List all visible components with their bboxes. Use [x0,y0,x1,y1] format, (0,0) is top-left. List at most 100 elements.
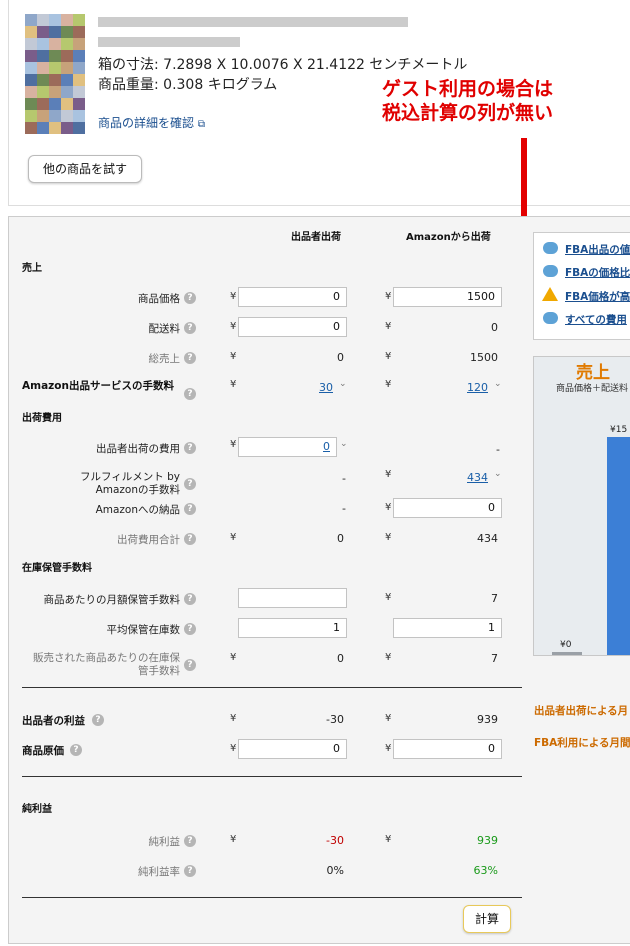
help-icon[interactable]: ? [92,714,104,726]
help-icon[interactable]: ? [184,593,196,605]
help-icon[interactable]: ? [184,659,196,671]
annotation-line-2: 税込計算の列が無い [382,102,554,124]
currency-label: ¥ [230,743,237,754]
shipping-label: 配送料 [148,323,181,335]
thumbnail-pixel [61,98,73,110]
thumbnail-pixel [25,98,37,110]
help-icon[interactable]: ? [184,835,196,847]
chart-title: 売上 [576,363,610,383]
warning-icon [542,287,558,301]
seller-ship-cost-label: 出品者出荷の費用 [96,443,180,455]
total-sales-seller-value: 0 [337,351,344,364]
cost-seller-input[interactable]: 0 [238,739,347,759]
help-icon[interactable]: ? [184,503,196,515]
fba-fee-seller-value: - [342,472,346,485]
storage-per-sold-label-line-2: 管手数料 [138,665,180,677]
shipping-seller-input[interactable]: 0 [238,317,347,337]
thumbnail-pixel [49,98,61,110]
avg-inventory-seller-input[interactable]: 1 [238,618,347,638]
seller-ship-cost-link[interactable]: 0 [323,440,330,453]
thumbnail-pixel [73,74,85,86]
item-price-seller-input[interactable]: 0 [238,287,347,307]
net-margin-seller-value: 0% [326,864,344,877]
help-link-fba-price-compare[interactable]: FBAの価格比 [565,265,630,280]
thumbnail-pixel [25,26,37,38]
help-icon[interactable]: ? [184,352,196,364]
product-details-link-text[interactable]: 商品の詳細を確認 [98,116,194,130]
thumbnail-pixel [73,14,85,26]
chevron-down-icon[interactable]: ⌄ [340,439,348,449]
thumbnail-pixel [73,98,85,110]
chart-bar-seller-label: ¥0 [560,640,572,650]
amazon-fee-seller-link[interactable]: 30 [296,381,333,394]
seller-profit-label: 出品者の利益 [22,715,85,727]
thumbnail-pixel [49,38,61,50]
column-header-seller: 出品者出荷 [291,232,341,243]
fba-fee-amazon-link[interactable]: 434 [450,471,488,484]
help-link-fba-price-high[interactable]: FBA価格が高 [565,289,630,304]
try-other-product-button[interactable]: 他の商品を試す [28,155,142,183]
monthly-storage-seller-input[interactable] [238,588,347,608]
chevron-down-icon[interactable]: ⌄ [494,379,502,389]
help-link-all-costs[interactable]: すべての費用 [565,312,627,327]
help-icon[interactable]: ? [184,478,196,490]
item-price-amazon-input[interactable]: 1500 [393,287,502,307]
thumbnail-pixel [37,26,49,38]
currency-label: ¥ [230,713,237,724]
calculate-button[interactable]: 計算 [463,905,511,933]
currency-label: ¥ [385,379,392,390]
currency-label: ¥ [230,652,237,663]
section-net-profit: 純利益 [22,804,52,815]
help-icon[interactable]: ? [184,322,196,334]
help-icon[interactable]: ? [184,533,196,545]
thumbnail-pixel [25,122,37,134]
divider [22,776,522,777]
thumbnail-pixel [37,50,49,62]
currency-label: ¥ [385,532,392,543]
product-details-link[interactable]: 商品の詳細を確認 ⧉ [98,114,205,131]
chart-bar-amazon-label: ¥15 [610,425,628,435]
storage-per-sold-amazon-value: 7 [491,652,498,665]
amazon-fee-amazon-link[interactable]: 120 [450,381,488,394]
thumbnail-pixel [61,26,73,38]
section-fulfillment: 出荷費用 [22,413,62,424]
help-icon[interactable]: ? [184,292,196,304]
thumbnail-pixel [73,62,85,74]
chevron-down-icon[interactable]: ⌄ [494,469,502,479]
fba-monthly-label: FBA利用による月間 [534,737,630,749]
thumbnail-pixel [49,122,61,134]
currency-label: ¥ [385,469,392,480]
thumbnail-pixel [25,74,37,86]
net-profit-label: 純利益 [148,836,181,848]
annotation-line-1: ゲスト利用の場合は [382,78,554,100]
thumbnail-pixel [37,38,49,50]
thumbnail-pixel [37,110,49,122]
chevron-down-icon[interactable]: ⌄ [339,379,347,389]
thumbnail-pixel [37,86,49,98]
inbound-seller-value: - [342,502,346,515]
inbound-amazon-input[interactable]: 0 [393,498,502,518]
currency-label: ¥ [230,532,237,543]
currency-label: ¥ [385,321,392,332]
thumbnail-pixel [25,14,37,26]
thumbnail-pixel [49,62,61,74]
product-thumbnail [25,14,85,134]
thumbnail-pixel [73,26,85,38]
seller-profit-amazon-value: 939 [477,713,498,726]
help-icon[interactable]: ? [70,744,82,756]
help-icon[interactable]: ? [184,623,196,635]
help-icon[interactable]: ? [184,388,196,400]
help-icon[interactable]: ? [184,865,196,877]
annotation-text: ゲスト利用の場合は 税込計算の列が無い [382,77,553,125]
cost-amazon-input[interactable]: 0 [393,739,502,759]
thumbnail-pixel [61,110,73,122]
help-icon[interactable]: ? [184,442,196,454]
help-link-fba-listing[interactable]: FBA出品の値 [565,242,630,257]
seller-ship-cost-input[interactable]: 0 [238,437,337,457]
amazon-fee-label: Amazon出品サービスの手数料 [22,380,174,392]
product-dimensions: 箱の寸法: 7.2898 X 10.0076 X 21.4122 センチメートル [98,57,468,73]
thumbnail-pixel [73,38,85,50]
avg-inventory-amazon-input[interactable]: 1 [393,618,502,638]
external-link-icon: ⧉ [197,119,205,130]
monthly-storage-label: 商品あたりの月額保管手数料 [43,594,181,606]
